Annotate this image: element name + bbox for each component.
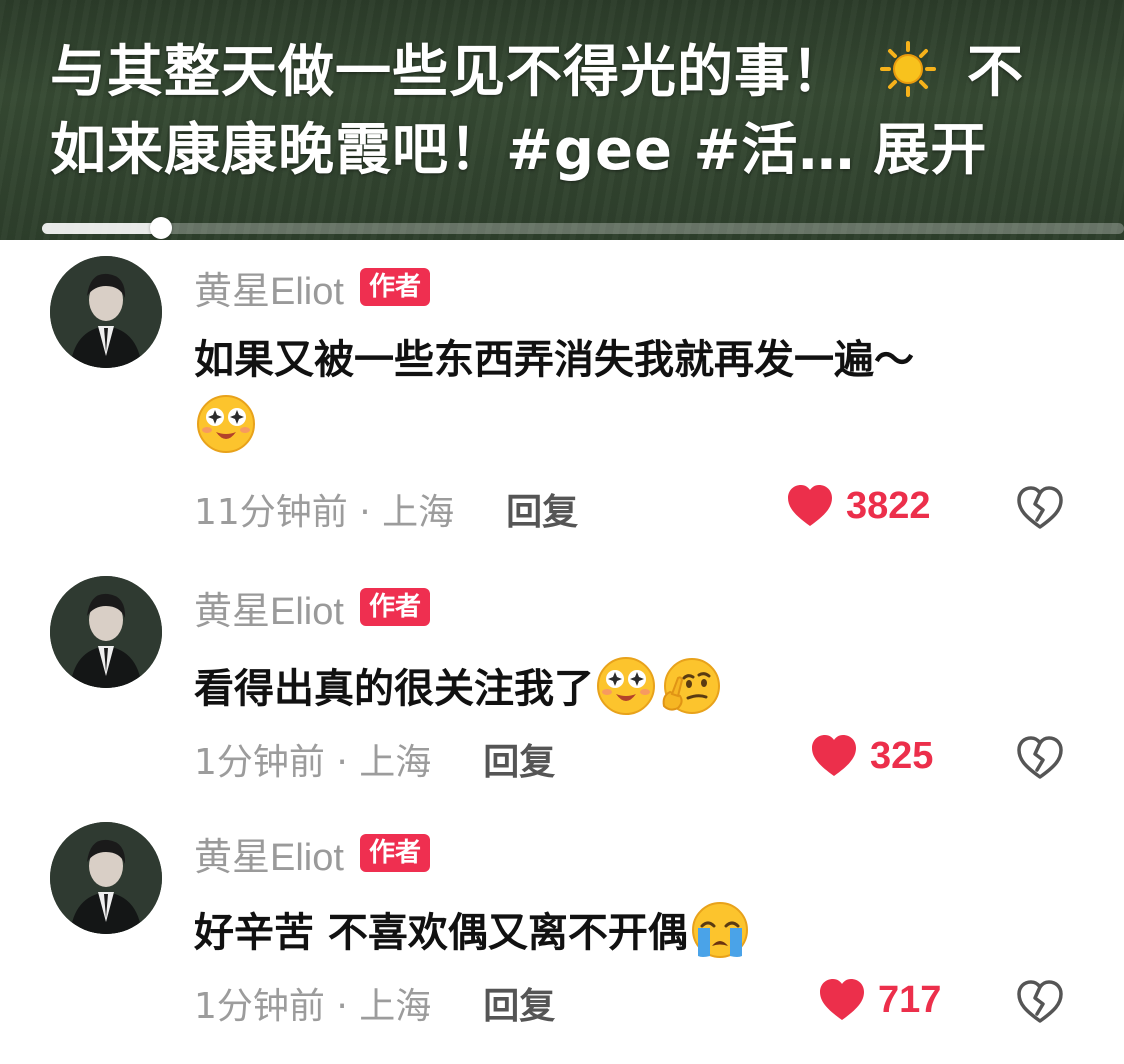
avatar[interactable] <box>50 576 162 688</box>
sun-icon <box>879 41 936 97</box>
comment-meta: 11分钟前 · 上海 回复 <box>194 482 1074 536</box>
comment-meta: 1分钟前 · 上海 回复 <box>194 732 1074 786</box>
comment-text-body: 看得出真的很关注我了 <box>194 666 594 712</box>
video-progress-bar[interactable] <box>42 217 1124 239</box>
like-button[interactable]: 717 <box>818 978 941 1022</box>
broken-heart-icon[interactable] <box>1016 736 1064 780</box>
comment-item: 黄星Eliot 作者 如果又被一些东西弄消失我就再发一遍～ 11分钟前 · 上海… <box>0 256 1124 546</box>
like-button[interactable]: 3822 <box>786 484 931 528</box>
video-caption-area: 与其整天做一些见不得光的事！ 不 如来康康晚霞吧！#gee #活… 展开 <box>0 0 1124 240</box>
comment-meta: 1分钟前 · 上海 回复 <box>194 976 1074 1030</box>
video-caption: 与其整天做一些见不得光的事！ 不 如来康康晚霞吧！#gee #活… 展开 <box>50 34 1070 190</box>
avatar[interactable] <box>50 256 162 368</box>
author-badge: 作者 <box>359 834 430 872</box>
caption-text-line1: 与其整天做一些见不得光的事！ <box>50 40 848 105</box>
video-progress-fill <box>42 223 162 234</box>
comment-text: 如果又被一些东西弄消失我就再发一遍～ <box>194 330 914 471</box>
expand-caption-button[interactable]: 展开 <box>873 118 987 183</box>
comment-text-body: 好辛苦 不喜欢偶又离不开偶 <box>194 910 688 956</box>
starry-eyed-emoji-icon <box>594 656 658 733</box>
heart-icon <box>812 735 856 776</box>
broken-heart-icon[interactable] <box>1016 486 1064 530</box>
starry-eyed-emoji-icon <box>194 394 258 471</box>
like-button[interactable]: 325 <box>810 734 933 778</box>
user-avatar-icon <box>50 256 162 368</box>
heart-icon <box>788 485 832 526</box>
crying-emoji-icon <box>688 900 752 977</box>
comment-username[interactable]: 黄星Eliot <box>194 580 344 635</box>
author-badge: 作者 <box>359 588 430 626</box>
comment-item: 黄星Eliot 作者 好辛苦 不喜欢偶又离不开偶 1分钟前 · 上海 回复 71… <box>0 822 1124 1042</box>
reply-button[interactable]: 回复 <box>483 977 555 1029</box>
like-count: 717 <box>878 978 942 1021</box>
comment-time-location: 1分钟前 · 上海 <box>194 742 432 783</box>
heart-icon <box>820 979 864 1020</box>
comment-username[interactable]: 黄星Eliot <box>194 826 344 881</box>
comment-text: 看得出真的很关注我了 <box>194 656 722 733</box>
comment-text-body: 如果又被一些东西弄消失我就再发一遍～ <box>194 337 914 383</box>
reply-button[interactable]: 回复 <box>483 733 555 785</box>
user-avatar-icon <box>50 576 162 688</box>
video-progress-handle[interactable] <box>150 217 173 239</box>
reply-button[interactable]: 回复 <box>506 483 578 535</box>
comment-time-location: 11分钟前 · 上海 <box>194 492 455 533</box>
like-count: 3822 <box>846 484 931 527</box>
caption-text-line2: 如来康康晚霞吧！#gee #活… <box>50 118 856 183</box>
caption-text-line1-tail: 不 <box>967 40 1024 105</box>
broken-heart-icon[interactable] <box>1016 980 1064 1024</box>
avatar[interactable] <box>50 822 162 934</box>
thinking-emoji-icon <box>658 656 722 733</box>
like-count: 325 <box>870 734 934 777</box>
comment-item: 黄星Eliot 作者 看得出真的很关注我了 1分钟前 · 上海 回复 325 <box>0 576 1124 796</box>
comment-username[interactable]: 黄星Eliot <box>194 260 344 315</box>
user-avatar-icon <box>50 822 162 934</box>
comment-time-location: 1分钟前 · 上海 <box>194 986 432 1027</box>
comment-text: 好辛苦 不喜欢偶又离不开偶 <box>194 900 752 977</box>
author-badge: 作者 <box>359 268 430 306</box>
